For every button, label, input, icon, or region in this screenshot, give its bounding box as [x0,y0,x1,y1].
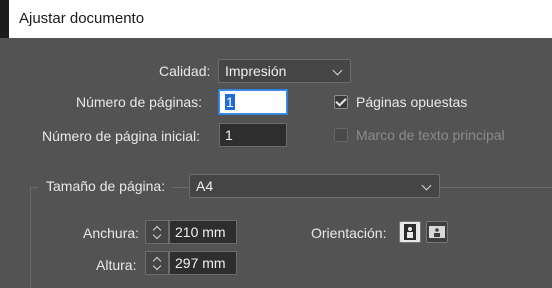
quality-value: Impresión [225,63,287,79]
window-title: Ajustar documento [19,10,145,27]
chevron-down-icon [332,65,343,76]
facing-pages-checkbox[interactable] [334,95,348,109]
start-page-label: Número de página inicial: [42,128,200,144]
width-input[interactable]: 210 mm [169,220,237,244]
height-value: 297 mm [175,255,226,271]
height-stepper[interactable] [145,251,169,275]
width-value: 210 mm [175,224,226,240]
height-label: Altura: [96,257,137,273]
width-label: Anchura: [83,225,140,241]
quality-label: Calidad: [159,63,211,79]
chevron-down-icon [421,180,432,191]
pages-value: 1 [225,94,235,110]
height-input[interactable]: 297 mm [169,251,237,275]
landscape-icon [429,226,445,238]
orientation-label: Orientación: [311,225,387,241]
stepper-down-icon [152,230,162,240]
facing-pages-label: Páginas opuestas [356,94,468,110]
page-size-label: Tamaño de página: [38,178,174,194]
portrait-icon [404,224,416,240]
stepper-down-icon [152,261,162,271]
portrait-orientation-button[interactable] [399,221,421,243]
landscape-orientation-button[interactable] [426,221,448,243]
quality-select[interactable]: Impresión [218,59,351,83]
primary-text-frame-label: Marco de texto principal [356,127,505,143]
start-page-value: 1 [225,127,233,143]
start-page-input[interactable]: 1 [219,123,287,147]
width-stepper[interactable] [145,220,169,244]
page-size-select[interactable]: A4 [189,174,440,198]
page-size-value: A4 [196,178,214,194]
primary-text-frame-checkbox[interactable] [334,128,348,142]
pages-label: Número de páginas: [76,94,203,110]
pages-input[interactable]: 1 [219,90,287,114]
title-bar: Ajustar documento [0,0,552,38]
